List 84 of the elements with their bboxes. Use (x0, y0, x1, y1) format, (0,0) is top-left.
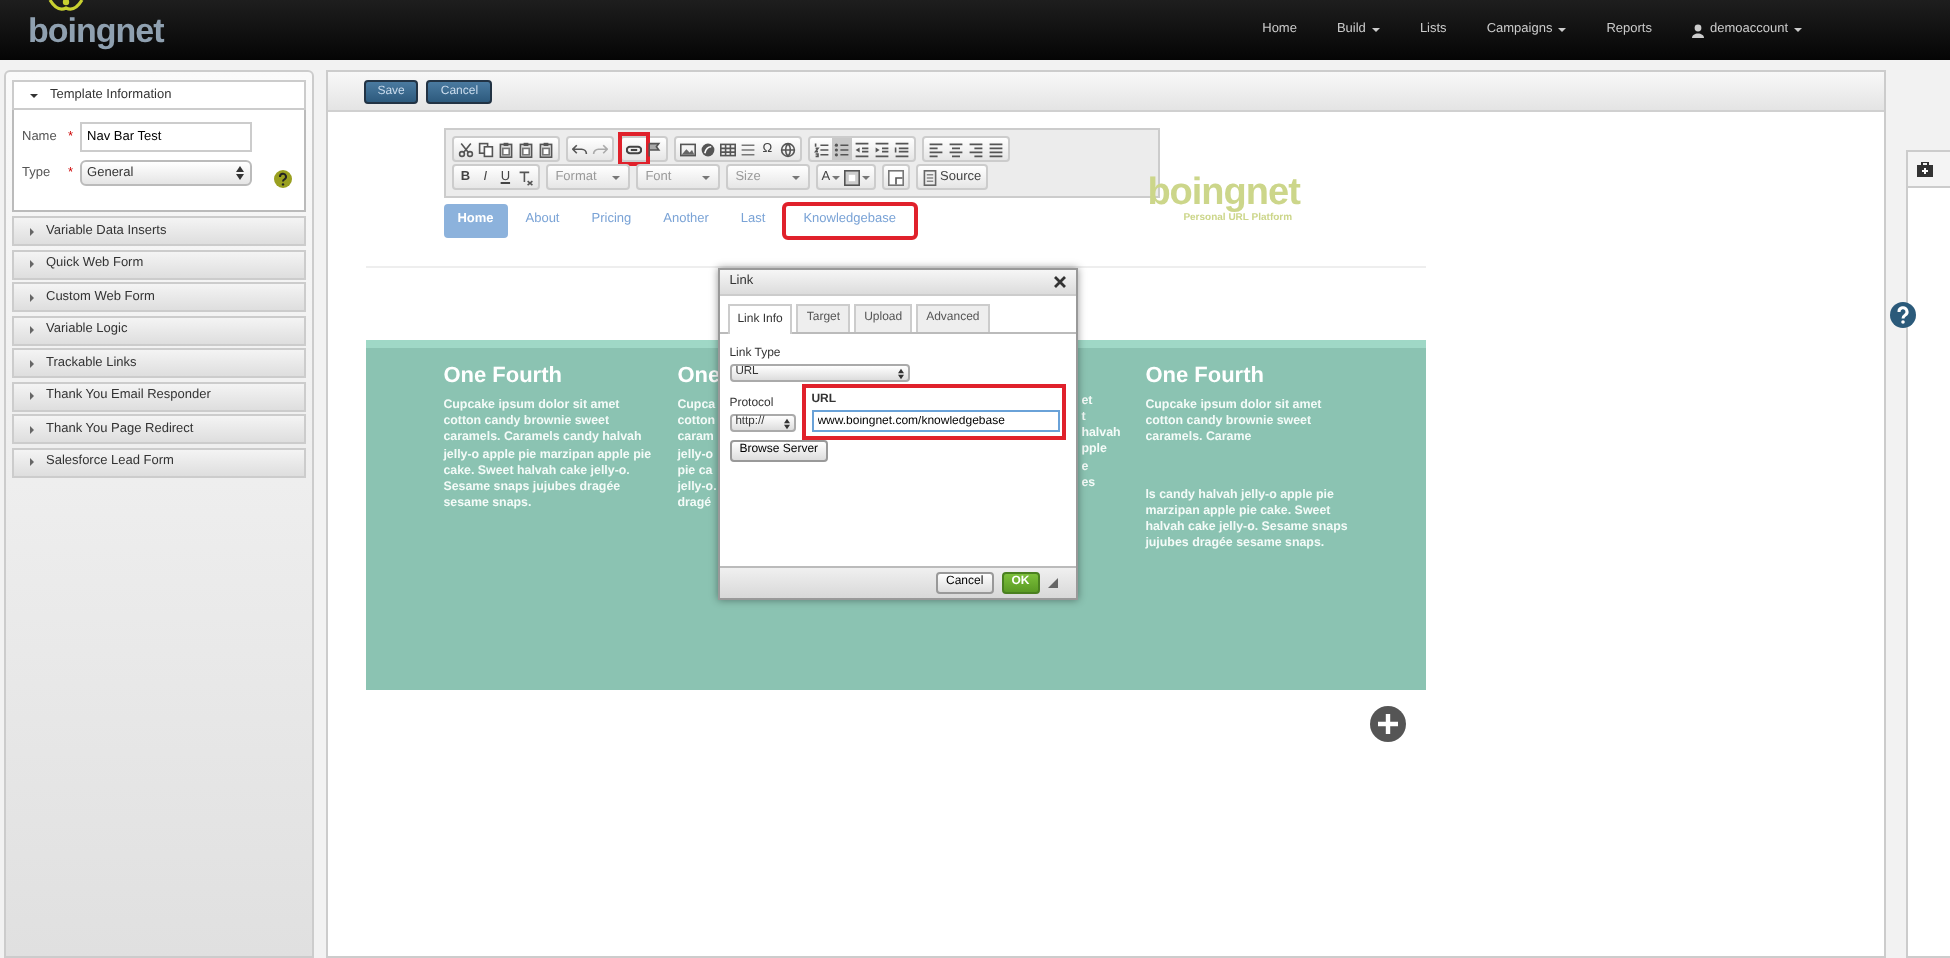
caret-icon (30, 260, 34, 268)
numbered-list-button[interactable] (811, 138, 832, 160)
caret-icon (701, 175, 710, 179)
rule-button[interactable] (737, 138, 758, 160)
caret-icon (30, 293, 34, 301)
anchor-button[interactable] (643, 138, 664, 160)
select-arrows-icon (235, 166, 244, 180)
horizontal-rule-icon (739, 141, 756, 157)
column-heading: One Fourth (443, 363, 562, 390)
link-icon (625, 141, 642, 157)
caret-icon (862, 175, 871, 179)
caret-icon (1371, 28, 1380, 32)
redo-icon (591, 141, 608, 157)
logo-text: boingnet (1147, 174, 1300, 212)
iframe-button[interactable] (777, 138, 798, 160)
clear-format-icon (517, 169, 534, 185)
caret-icon (611, 175, 620, 179)
disc-icon (699, 141, 716, 157)
paste-button[interactable] (535, 138, 556, 160)
caret-icon (30, 458, 34, 466)
scissors-icon (457, 141, 474, 157)
help-icon[interactable] (1890, 302, 1916, 328)
align-center-icon (947, 141, 964, 157)
maximize-icon (888, 169, 905, 185)
column-heading: One Fourth (1145, 363, 1264, 390)
page-icon (922, 169, 939, 185)
caret-icon (30, 227, 34, 235)
outdent-icon (853, 141, 870, 157)
caret-icon (1558, 28, 1567, 32)
add-icon[interactable] (1369, 705, 1406, 741)
background-color-icon (844, 169, 861, 185)
clipboard-icon (497, 141, 514, 157)
resize-grip-icon[interactable] (1047, 578, 1058, 588)
paste-button[interactable] (495, 138, 516, 160)
bulleted-list-button[interactable] (831, 138, 852, 160)
caret-icon (791, 175, 800, 179)
align-left-button[interactable] (925, 138, 946, 160)
numbered-list-icon (813, 141, 830, 157)
align-left-icon (927, 141, 944, 157)
table-button[interactable] (717, 138, 738, 160)
caret-icon (30, 93, 38, 97)
select-arrows-icon (783, 417, 790, 429)
outdent-button[interactable] (851, 138, 872, 160)
clipboard-icon (537, 141, 554, 157)
quote-block-icon (893, 141, 910, 157)
link-button[interactable] (623, 138, 644, 160)
caret-icon (30, 392, 34, 400)
caret-icon (30, 359, 34, 367)
flash-button[interactable] (697, 138, 718, 160)
flag-icon (645, 141, 662, 157)
image-button[interactable] (677, 138, 698, 160)
clipboard-icon (517, 141, 534, 157)
justify-icon (987, 141, 1004, 157)
logo[interactable]: boingnet (28, 13, 164, 47)
bg-color-button[interactable] (842, 166, 873, 188)
justify-button[interactable] (985, 138, 1006, 160)
bulleted-list-icon (833, 141, 850, 157)
indent-icon (873, 141, 890, 157)
align-right-icon (967, 141, 984, 157)
undo-icon (571, 141, 588, 157)
align-center-button[interactable] (945, 138, 966, 160)
align-right-button[interactable] (965, 138, 986, 160)
copy-button[interactable] (475, 138, 496, 160)
caret-icon (30, 425, 34, 433)
figure-icon (48, 0, 84, 17)
maximize-button[interactable] (886, 166, 907, 188)
caret-icon (832, 175, 841, 179)
globe-icon (779, 141, 796, 157)
caret-icon (1794, 28, 1802, 32)
blockquote-button[interactable] (891, 138, 912, 160)
close-icon[interactable] (1053, 276, 1066, 288)
indent-button[interactable] (871, 138, 892, 160)
table-icon (719, 141, 736, 157)
caret-icon (30, 326, 34, 334)
cut-button[interactable] (455, 138, 476, 160)
user-icon (1691, 23, 1704, 37)
copy-icon (477, 141, 494, 157)
select-arrows-icon (897, 367, 904, 379)
column-heading: One (677, 363, 721, 390)
paste-button[interactable] (515, 138, 536, 160)
help-icon[interactable] (273, 170, 292, 188)
toolbox-icon[interactable] (1916, 161, 1935, 177)
image-icon (679, 141, 696, 157)
remove-format-button[interactable] (515, 166, 536, 188)
